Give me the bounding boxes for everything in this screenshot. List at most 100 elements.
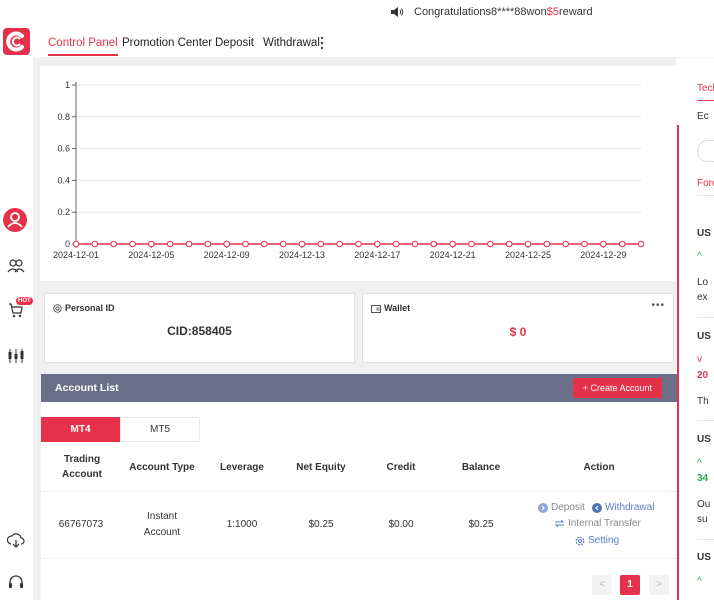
- tab-withdrawal[interactable]: Withdrawal: [263, 22, 320, 56]
- news-arrow-up-icon: ^: [697, 576, 702, 587]
- right-search-input[interactable]: [697, 140, 714, 162]
- create-account-button[interactable]: + Create Account: [572, 378, 662, 398]
- wallet-more-icon[interactable]: •••: [651, 300, 665, 311]
- news-title[interactable]: US: [697, 228, 711, 239]
- deposit-label: Deposit: [551, 502, 585, 513]
- logo[interactable]: [3, 28, 30, 55]
- deposit-icon: [538, 502, 548, 513]
- wallet-title: Wallet: [384, 303, 411, 313]
- x-tick-label: 2024-12-01: [53, 250, 99, 260]
- data-point: [468, 240, 475, 248]
- logo-icon: [6, 31, 24, 52]
- data-point: [223, 240, 230, 248]
- hot-badge: HOT: [16, 297, 33, 305]
- news-title[interactable]: US: [697, 434, 711, 445]
- right-tab-technical[interactable]: Tech: [697, 83, 714, 94]
- data-point: [355, 240, 362, 248]
- news-arrow-up-icon: ^: [697, 458, 702, 469]
- setting-action[interactable]: Setting: [575, 535, 619, 546]
- withdrawal-action[interactable]: Withdrawal: [592, 502, 654, 513]
- pagination-next-button[interactable]: >: [649, 575, 669, 595]
- wallet-amount: $ 0: [509, 325, 527, 339]
- tab-mt4[interactable]: MT4: [41, 417, 120, 442]
- data-point: [449, 240, 456, 248]
- row-divider: [41, 558, 677, 559]
- data-point: [618, 240, 626, 248]
- deposit-action[interactable]: Deposit: [538, 502, 585, 513]
- y-tick-label: 0.4: [57, 175, 70, 185]
- right-field[interactable]: Ec: [697, 111, 709, 122]
- data-point: [581, 240, 588, 248]
- divider: [697, 195, 714, 196]
- top-nav: Control Panel Promotion Center Deposit W…: [40, 22, 714, 58]
- sidebar-user-icon[interactable]: [3, 208, 27, 232]
- personal-id-card: Personal ID CID:858405: [44, 293, 355, 363]
- header-account-type: Account Type: [129, 462, 195, 473]
- x-tick-label: 2024-12-05: [128, 250, 174, 260]
- tab-mt5[interactable]: MT5: [120, 417, 200, 442]
- data-point: [185, 240, 193, 248]
- pagination-prev-button[interactable]: <: [592, 575, 612, 595]
- data-point: [204, 240, 212, 248]
- news-title[interactable]: US: [697, 552, 711, 563]
- support-icon[interactable]: [4, 570, 28, 594]
- top-notice: Congratulations8****88won $5 reward: [390, 4, 593, 20]
- personal-id-title: Personal ID: [65, 303, 115, 313]
- sidebar-team-icon[interactable]: [4, 254, 28, 278]
- header-credit: Credit: [386, 462, 416, 473]
- data-point: [487, 240, 494, 248]
- download-icon[interactable]: [4, 529, 28, 553]
- tab-control-panel[interactable]: Control Panel: [48, 22, 118, 56]
- x-tick-label: 2024-12-25: [505, 250, 551, 260]
- right-tab-forex[interactable]: Fore: [697, 178, 714, 189]
- x-tick-label: 2024-12-21: [430, 250, 476, 260]
- header-balance: Balance: [461, 462, 501, 473]
- y-tick-label: 0.2: [57, 207, 70, 217]
- account-list-header: Account List + Create Account: [41, 374, 677, 402]
- data-point: [148, 240, 155, 248]
- y-tick-label: 0.8: [57, 112, 70, 122]
- data-point: [637, 240, 645, 248]
- data-point: [392, 240, 400, 248]
- header-action: Action: [583, 462, 615, 473]
- data-point: [242, 240, 249, 248]
- scroll-indicator: [677, 125, 679, 600]
- data-point: [430, 240, 438, 248]
- internal-transfer-action[interactable]: Internal Transfer: [554, 518, 641, 529]
- news-arrow-down-icon: v: [697, 354, 702, 365]
- at-icon: [53, 303, 62, 313]
- data-point: [336, 240, 343, 248]
- sidebar-market-icon[interactable]: [4, 344, 28, 368]
- notice-amount: $5: [546, 6, 559, 18]
- transfer-icon: [554, 519, 565, 528]
- news-text: ex: [697, 292, 708, 303]
- cell-account: 66767073: [58, 519, 104, 530]
- data-point: [91, 240, 99, 248]
- tab-promotion-center[interactable]: Promotion Center: [122, 22, 212, 56]
- tab-deposit[interactable]: Deposit: [215, 22, 254, 56]
- wallet-icon: [371, 304, 381, 313]
- x-tick-label: 2024-12-09: [204, 250, 250, 260]
- data-point: [261, 240, 268, 248]
- divider: [697, 420, 714, 421]
- header-net-equity: Net Equity: [296, 462, 346, 473]
- news-text: Lo: [697, 277, 709, 288]
- news-text: Ou: [697, 499, 711, 510]
- data-point: [543, 240, 551, 248]
- news-text: Th: [697, 396, 709, 407]
- withdrawal-icon: [592, 502, 602, 513]
- news-arrow-up-icon: ^: [697, 251, 702, 262]
- more-menu-icon[interactable]: [320, 36, 324, 50]
- y-tick-label: 0.6: [57, 144, 70, 154]
- y-tick-label: 1: [65, 80, 70, 90]
- cell-net-equity: $0.25: [308, 519, 334, 530]
- data-point: [562, 240, 569, 248]
- equity-chart: 0 0.2 0.4 0.6 0.8 1 2024-12-01 2024-12-05 2024-1…: [40, 66, 676, 281]
- pagination-page-button[interactable]: 1: [620, 575, 640, 595]
- personal-id-title-row: Personal ID: [53, 303, 115, 313]
- data-point: [505, 240, 513, 248]
- header-leverage: Leverage: [220, 462, 264, 473]
- news-title[interactable]: US: [697, 331, 711, 342]
- news-text: su: [697, 514, 708, 525]
- withdrawal-label: Withdrawal: [605, 502, 655, 513]
